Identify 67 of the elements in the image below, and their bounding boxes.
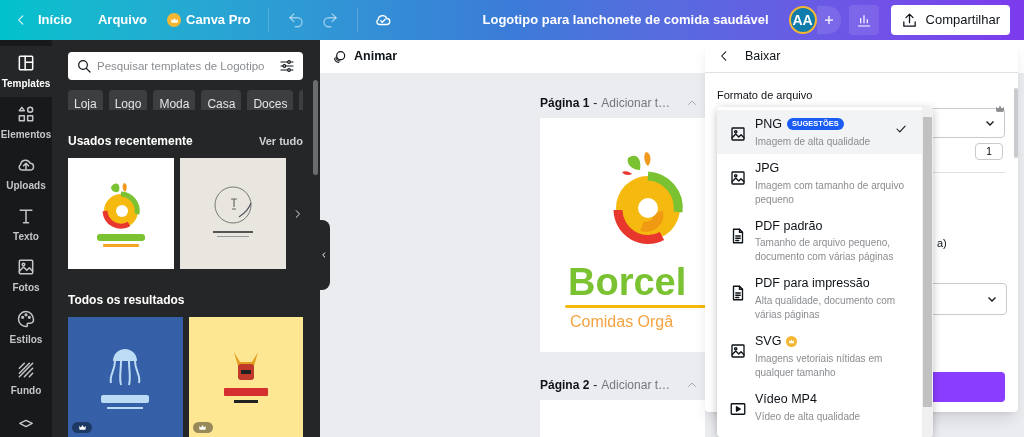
scrollbar-thumb[interactable] [313,80,318,175]
user-avatar[interactable]: AA [788,6,817,34]
format-description: Imagens vetoriais nítidas em qualquer tamanho [755,351,884,380]
sidebar-tab[interactable]: Elementos [0,97,52,149]
option-label: a) [937,236,947,251]
format-name: PDF para impressão [755,275,870,293]
panel-title: Baixar [745,47,781,65]
quantity-field[interactable]: 1 [975,143,1003,160]
image-icon [729,342,747,360]
scrollbar-thumb[interactable] [923,117,932,407]
animate-icon [332,48,348,65]
image-icon [729,125,747,143]
page-label: Página 1 [540,95,590,112]
format-description: Imagem com tamanho de arquivo pequeno [755,178,905,207]
sidebar-tab[interactable]: Texto [0,199,52,251]
section-heading: Todos os resultados [68,292,186,309]
section-heading: Usados recentemente [68,133,193,150]
search-field[interactable]: Pesquisar templates de Logotipo [68,52,303,80]
template-thumbnail[interactable] [68,158,174,269]
crown-icon [167,13,182,27]
sidebar-tab[interactable]: Estilos [0,302,52,354]
format-name: JPG [755,159,780,177]
format-name: Vídeo MP4 [755,390,817,408]
document-title[interactable]: Logotipo para lanchonete de comida saudável [482,10,769,30]
share-button[interactable]: Compartilhar [890,5,1010,35]
undo-icon[interactable] [287,11,306,29]
styles-icon [16,308,36,329]
category-chip[interactable]: Doces [247,90,294,110]
category-chip[interactable]: Loja [68,90,103,110]
format-name: PDF padrão [755,217,823,235]
template-thumbnail[interactable] [179,158,286,269]
search-icon [76,58,92,74]
redo-icon[interactable] [321,11,340,29]
field-label: Formato de arquivo [717,88,814,103]
sidebar-tab[interactable]: Fundo [0,353,52,405]
format-description: Tamanho de arquivo pequeno, documento com várias páginas [755,236,895,265]
see-all-link[interactable]: Ver tudo [259,132,303,150]
add-person-button[interactable] [816,6,841,34]
page-title-field[interactable]: Adicionar t… [601,94,671,112]
brand-tagline: Comidas Orgâ [570,312,674,332]
bar-chart-icon [855,12,872,28]
brand-name: Borcel [568,260,687,305]
share-icon [900,11,918,29]
plus-icon [822,14,835,26]
format-description: Vídeo de alta qualidade [755,409,862,424]
page-label-separator: - [593,376,598,394]
sidebar-tab[interactable]: Templates [0,46,52,98]
analytics-button[interactable] [848,5,879,35]
sidebar-tab[interactable]: Uploads [0,148,52,200]
template-thumbnail[interactable] [188,317,303,437]
filter-icon[interactable] [279,58,295,74]
page-label-separator: - [593,95,598,112]
chevron-left-icon [320,251,328,259]
collapse-panel-button[interactable] [318,220,330,290]
page-label: Página 2 [540,376,590,394]
sidebar-tab[interactable]: Fotos [0,250,52,302]
page-title-field[interactable]: Adicionar t… [601,375,671,394]
animate-button[interactable]: Animar [332,47,398,66]
image-icon [729,168,747,187]
format-description: Alta qualidade, documento com várias páginas [755,294,897,322]
format-description: Imagem de alta qualidade [755,134,872,149]
format-name: SVG [755,333,782,350]
format-name: PNG [755,116,783,133]
category-chip[interactable]: Logo [108,90,148,110]
template-thumbnail[interactable] [68,317,183,437]
category-chip[interactable]: Moda [153,90,196,110]
category-chip[interactable]: Casa [201,90,242,110]
